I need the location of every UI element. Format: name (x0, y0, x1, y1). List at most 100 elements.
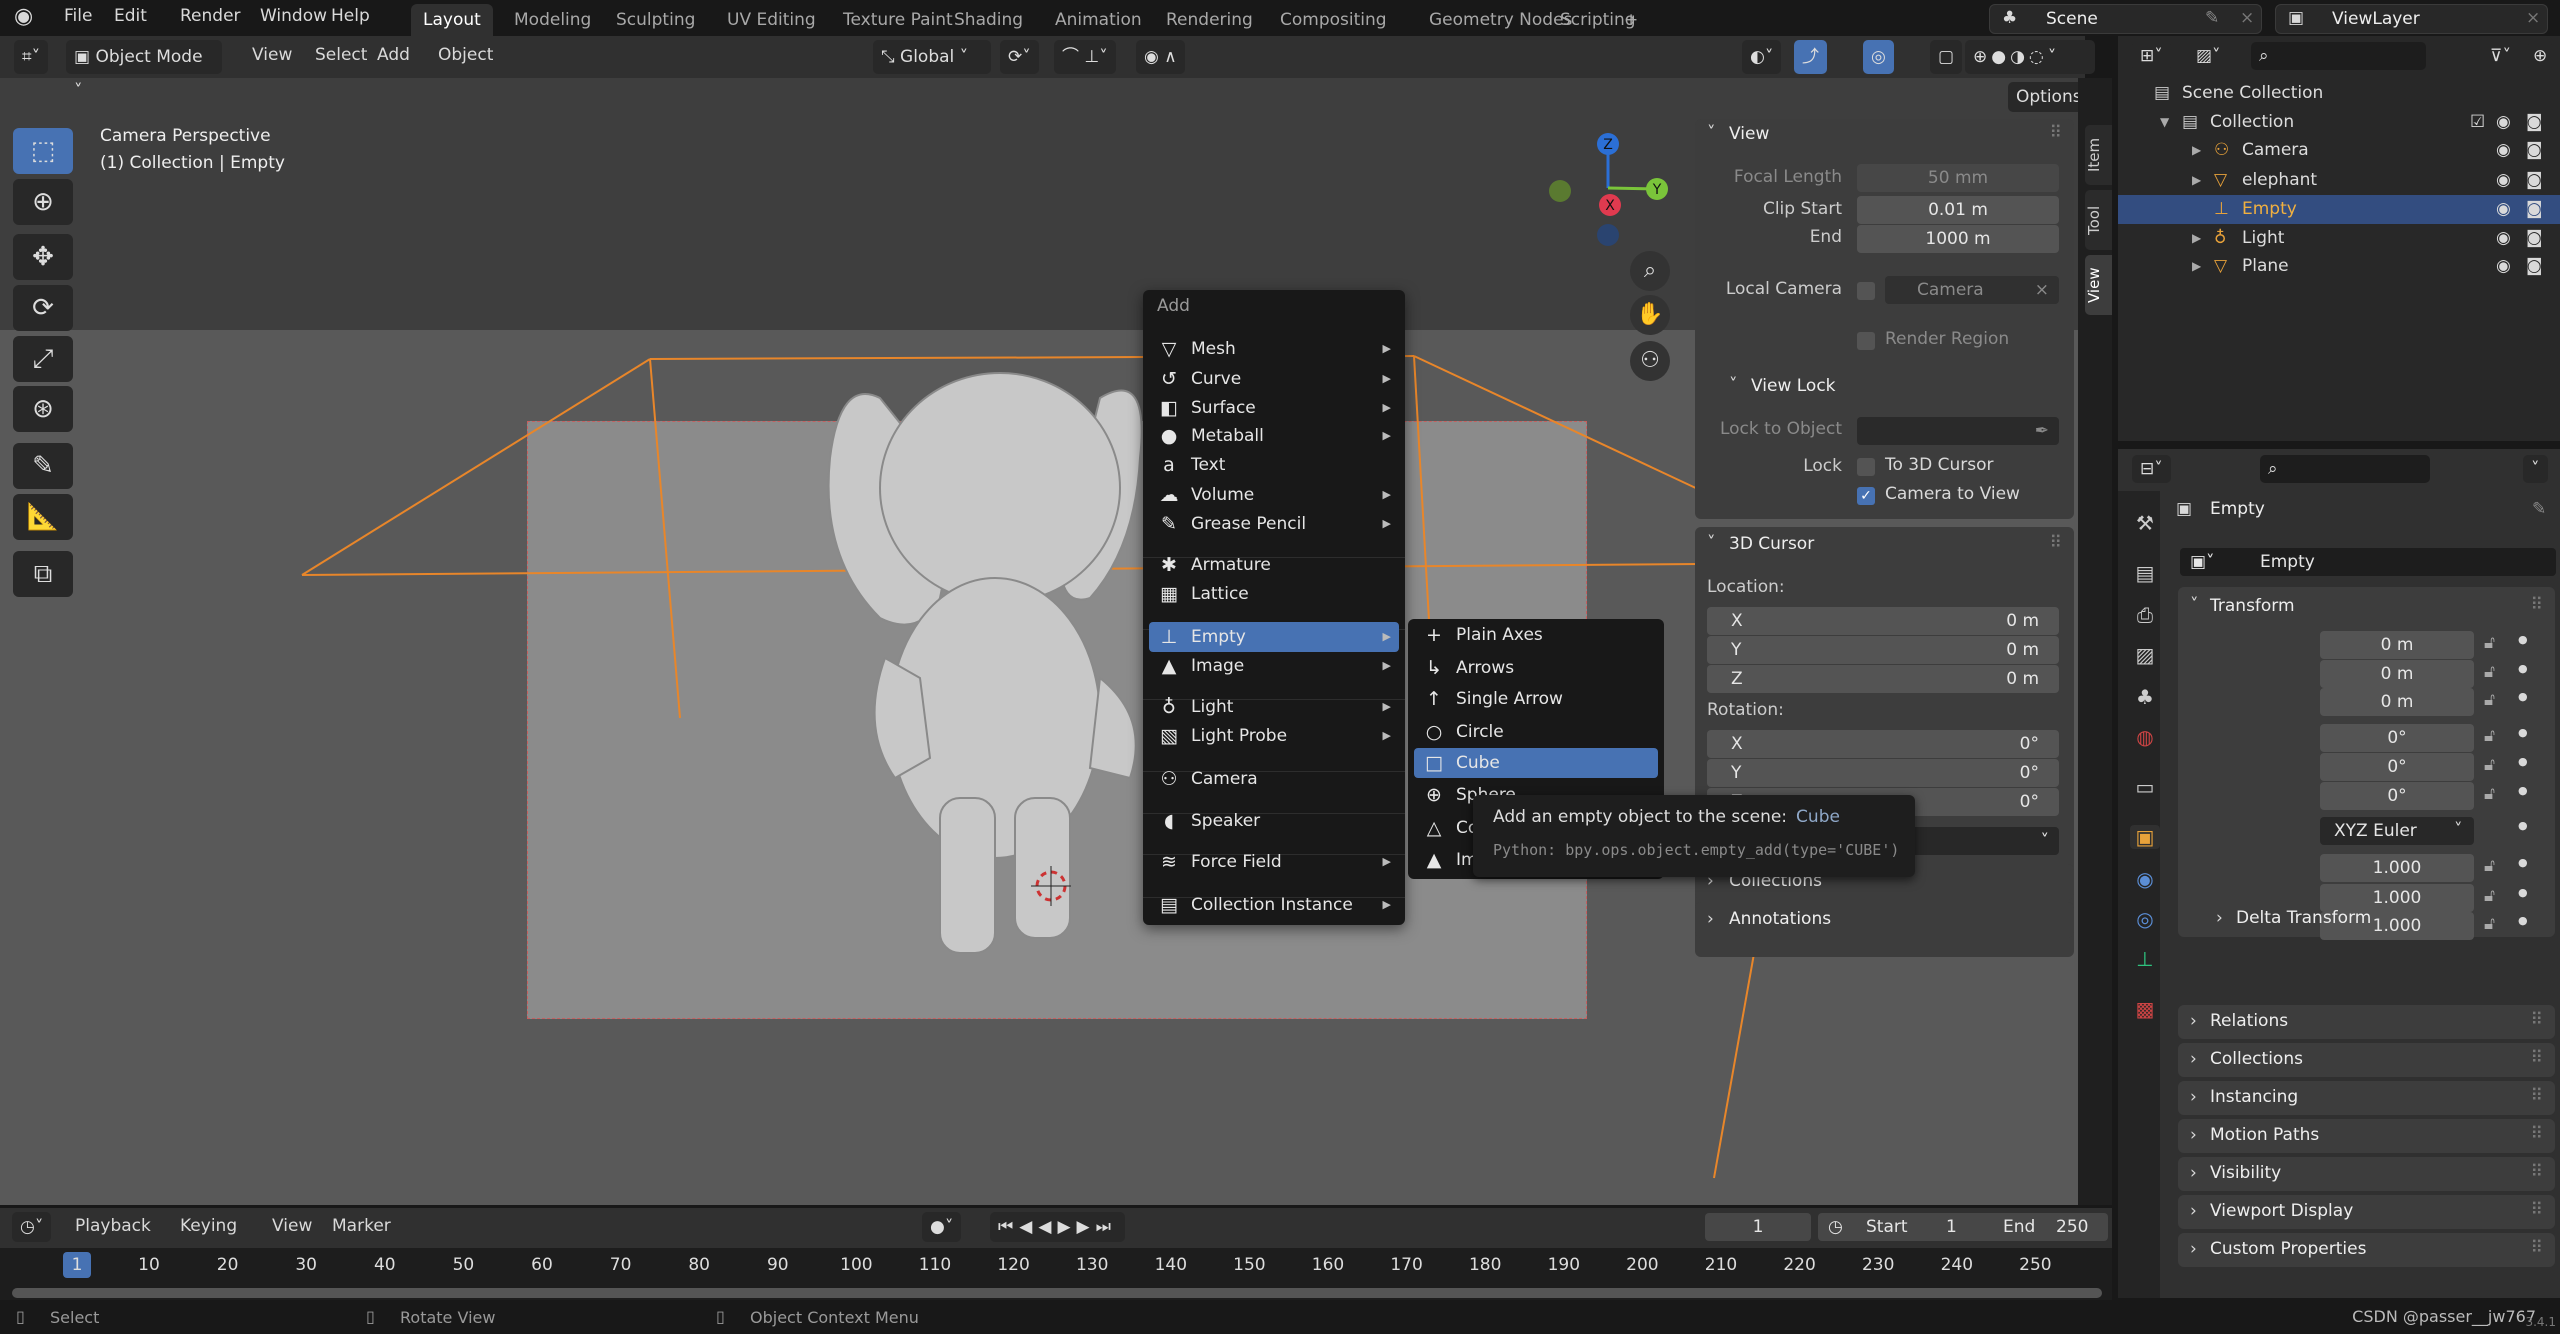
tool-transform[interactable]: ⊛ (13, 386, 73, 432)
render-icon[interactable]: ▤ (2130, 561, 2160, 585)
menu-item-mesh[interactable]: ▽ Mesh ▶ (1149, 334, 1399, 364)
exclude-checkbox[interactable]: ☑ (2470, 108, 2485, 137)
constraints-icon[interactable]: ⊥ (2130, 947, 2160, 971)
submenu-item-plain-axes[interactable]: + Plain Axes (1414, 620, 1658, 650)
lock-icon[interactable]: 🔓︎ (2484, 633, 2495, 653)
orientation-selector[interactable]: ⤡ Global ˅ (873, 40, 991, 74)
menu-file[interactable]: File (64, 6, 92, 26)
cursor-location-x-field[interactable]: X 0 m (1707, 607, 2059, 635)
tab-layout[interactable]: Layout (411, 4, 493, 36)
outliner-search-input[interactable]: ⌕ (2251, 42, 2426, 70)
drag-handle-icon[interactable]: ⠿ (2531, 1162, 2543, 1182)
gizmo-y-label[interactable]: Y (1652, 182, 1662, 198)
tab-animation[interactable]: Animation (1043, 4, 1154, 36)
outliner-name[interactable]: Light (2242, 224, 2284, 253)
menu-add[interactable]: Add (377, 45, 410, 65)
gizmo-z-label[interactable]: Z (1603, 137, 1613, 153)
3d-cursor-header[interactable]: 3D Cursor (1729, 534, 1814, 554)
tool-scale[interactable]: ⤢ (13, 336, 73, 382)
tab-tool[interactable]: Tool (2085, 190, 2112, 250)
menu-select[interactable]: Select (315, 45, 367, 65)
transform-header[interactable]: Transform (2210, 596, 2295, 616)
render-camera-icon[interactable]: ◙ (2526, 224, 2543, 253)
lock-icon[interactable]: 🔓︎ (2484, 914, 2495, 934)
object-icon[interactable]: ▣ (2130, 825, 2160, 849)
drag-handle-icon[interactable]: ⠿ (2050, 533, 2062, 553)
focal-length-field[interactable]: 50 mm (1857, 164, 2059, 192)
eye-icon[interactable]: ◉ (2496, 108, 2511, 137)
section-instancing[interactable]: › Instancing ⠿ (2178, 1081, 2555, 1115)
local-camera-checkbox[interactable] (1857, 282, 1875, 300)
world-icon[interactable]: ◍ (2130, 725, 2160, 749)
zoom-icon[interactable]: ⌕ (1630, 251, 1670, 291)
outliner-name[interactable]: Empty (2242, 195, 2297, 224)
properties-search-input[interactable]: ⌕ (2260, 455, 2430, 483)
section-motion-paths[interactable]: › Motion Paths ⠿ (2178, 1119, 2555, 1153)
render-camera-icon[interactable]: ◙ (2526, 195, 2543, 224)
menu-help[interactable]: Help (331, 6, 370, 26)
editor-type-button[interactable]: ⌗˅ (14, 40, 49, 74)
lock-icon[interactable]: 🔓︎ (2484, 784, 2495, 804)
eye-icon[interactable]: ◉ (2496, 252, 2511, 281)
keyframe-dot-icon[interactable]: ● (2518, 690, 2528, 703)
disclosure-closed-icon[interactable]: ▶ (2192, 166, 2201, 195)
drag-handle-icon[interactable]: ⠿ (2531, 1086, 2543, 1106)
display-mode-button[interactable]: ⊞˅ (2132, 42, 2171, 70)
section-relations[interactable]: › Relations ⠿ (2178, 1005, 2555, 1039)
stopwatch-icon[interactable]: ◷ (1828, 1213, 1843, 1241)
lock-icon[interactable]: 🔓︎ (2484, 755, 2495, 775)
transform-field[interactable]: 0° (2320, 753, 2474, 781)
add-workspace-button[interactable]: + (1612, 4, 1650, 36)
menu-item-light-probe[interactable]: ▧ Light Probe ▶ (1149, 721, 1399, 751)
close-icon[interactable]: × (2526, 8, 2540, 28)
gizmo-x-label[interactable]: X (1605, 198, 1615, 214)
local-camera-field[interactable]: Camera × (1885, 276, 2059, 304)
chevron-down-icon[interactable]: ˅ (2190, 595, 2199, 615)
outliner-name[interactable]: Plane (2242, 252, 2289, 281)
keyframe-dot-icon[interactable]: ● (2518, 755, 2528, 768)
pin-icon[interactable]: ✎ (2532, 499, 2546, 519)
outliner-name[interactable]: elephant (2242, 166, 2317, 195)
lock-icon[interactable]: 🔓︎ (2484, 662, 2495, 682)
transform-field[interactable]: 0 m (2320, 688, 2474, 716)
render-region-checkbox[interactable] (1857, 332, 1875, 350)
new-collection-button[interactable]: ⊕ (2528, 42, 2553, 70)
object-datablock-field[interactable]: ▣˅ Empty (2180, 548, 2556, 576)
drag-handle-icon[interactable]: ⠿ (2531, 1048, 2543, 1068)
cursor-location-z-field[interactable]: Z 0 m (1707, 665, 2059, 693)
outliner-name[interactable]: Camera (2242, 136, 2309, 165)
texture-icon[interactable]: ▩ (2130, 997, 2160, 1021)
eye-icon[interactable]: ◉ (2496, 224, 2511, 253)
cursor-rotation-y-field[interactable]: Y 0° (1707, 759, 2059, 787)
section-custom-properties[interactable]: › Custom Properties ⠿ (2178, 1233, 2555, 1267)
section-viewport-display[interactable]: › Viewport Display ⠿ (2178, 1195, 2555, 1229)
tool-add-cube[interactable]: ⧉ (13, 551, 73, 597)
menu-view[interactable]: View (272, 1216, 312, 1236)
outliner-row-light[interactable]: ▶ ♁ Light ◉ ◙ (2118, 224, 2560, 253)
menu-item-volume[interactable]: ☁ Volume ▶ (1149, 480, 1399, 510)
datablock-browse-icon[interactable]: ▣˅ (2190, 548, 2215, 576)
visibility-button[interactable]: ◐˅ (1742, 40, 1782, 74)
filter-icon[interactable]: ⊽˅ (2482, 42, 2519, 70)
clip-end-field[interactable]: 1000 m (1857, 225, 2059, 253)
clip-start-field[interactable]: 0.01 m (1857, 196, 2059, 224)
render-camera-icon[interactable]: ◙ (2526, 252, 2543, 281)
drag-handle-icon[interactable]: ⠿ (2531, 1200, 2543, 1220)
menu-keying[interactable]: Keying (180, 1216, 237, 1236)
drag-handle-icon[interactable]: ⠿ (2531, 1010, 2543, 1030)
view-layer-selector[interactable]: ▣ ViewLayer × (2275, 4, 2548, 34)
menu-item-camera[interactable]: ⚇ Camera (1149, 764, 1399, 794)
navigation-gizmo[interactable]: Z Y X (1549, 133, 1668, 246)
proportional-edit-button[interactable]: ◉ ∧ (1136, 40, 1185, 74)
tool-measure[interactable]: 📐 (13, 494, 73, 540)
tool-select-box[interactable]: ⬚ (13, 128, 73, 174)
transform-field[interactable]: 0 m (2320, 660, 2474, 688)
keyframe-dot-icon[interactable]: ● (2518, 633, 2528, 646)
keyframe-dot-icon[interactable]: ● (2518, 914, 2528, 927)
view-layer-name[interactable]: ViewLayer (2332, 9, 2420, 29)
menu-item-collection-instance[interactable]: ▤ Collection Instance ▶ (1149, 890, 1399, 920)
menu-item-speaker[interactable]: ◖ Speaker (1149, 806, 1399, 836)
annotations-section[interactable]: › Annotations (1695, 902, 2074, 938)
tab-view[interactable]: View (2085, 255, 2112, 315)
view-section-header[interactable]: View (1729, 124, 1769, 144)
